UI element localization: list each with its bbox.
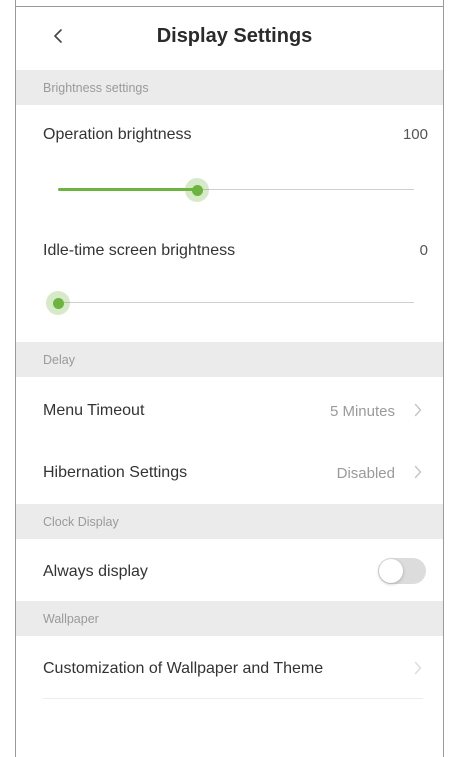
always-display-toggle[interactable]	[378, 558, 426, 584]
toggle-knob	[379, 559, 403, 583]
chevron-right-icon	[411, 462, 425, 482]
slider-track	[58, 302, 414, 303]
slider-thumb[interactable]	[185, 178, 209, 202]
section-header-wallpaper: Wallpaper	[16, 601, 443, 636]
header-bar: Display Settings	[16, 7, 443, 65]
section-header-brightness: Brightness settings	[16, 70, 443, 105]
operation-brightness-label: Operation brightness	[43, 126, 192, 143]
menu-timeout-row[interactable]: Menu Timeout 5 Minutes	[16, 382, 443, 432]
operation-brightness-slider[interactable]	[58, 175, 414, 205]
always-display-label: Always display	[43, 563, 148, 580]
section-header-clock-display: Clock Display	[16, 504, 443, 539]
display-settings-screen: Display Settings Brightness settings Ope…	[0, 0, 453, 757]
section-header-delay: Delay	[16, 342, 443, 377]
hibernation-settings-label: Hibernation Settings	[43, 464, 188, 481]
wallpaper-customization-label: Customization of Wallpaper and Theme	[43, 660, 324, 677]
operation-brightness-value: 100	[402, 126, 428, 143]
idle-brightness-slider[interactable]	[46, 288, 414, 318]
wallpaper-customization-row[interactable]: Customization of Wallpaper and Theme	[16, 640, 443, 695]
frame-border-right	[443, 0, 444, 757]
page-title: Display Settings	[156, 25, 313, 47]
menu-timeout-label: Menu Timeout	[43, 402, 145, 419]
slider-thumb[interactable]	[46, 291, 70, 315]
chevron-right-icon	[411, 400, 425, 420]
chevron-right-icon	[411, 658, 425, 678]
list-divider	[43, 698, 423, 699]
slider-fill	[58, 188, 197, 191]
hibernation-settings-row[interactable]: Hibernation Settings Disabled	[16, 444, 443, 494]
menu-timeout-value: 5 Minutes	[329, 403, 395, 420]
idle-brightness-value: 0	[419, 242, 428, 259]
hibernation-settings-value: Disabled	[336, 465, 395, 482]
idle-brightness-label: Idle-time screen brightness	[43, 242, 236, 259]
